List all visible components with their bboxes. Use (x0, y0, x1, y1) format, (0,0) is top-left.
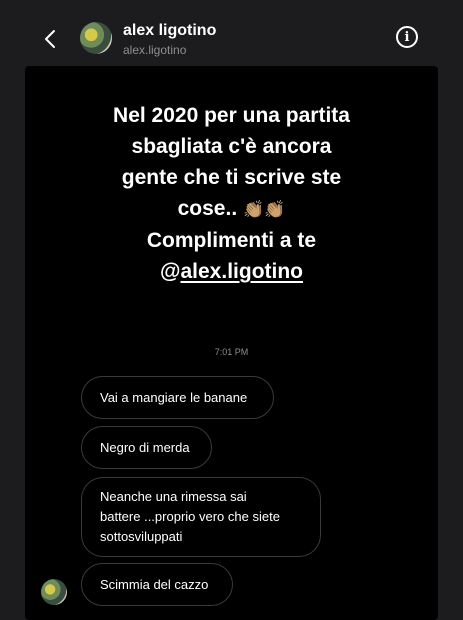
story-line: sbagliata c'è ancora (131, 135, 332, 158)
info-button[interactable]: i (396, 26, 418, 48)
contact-handle: alex.ligotino (123, 43, 187, 57)
chevron-left-icon (45, 30, 55, 48)
story-line: Nel 2020 per una partita (113, 104, 350, 127)
avatar[interactable] (80, 22, 112, 54)
chat-header: alex ligotino alex.ligotino i (0, 0, 463, 66)
message-timestamp: 7:01 PM (214, 347, 249, 357)
sender-avatar[interactable] (41, 579, 67, 605)
message-bubble[interactable]: Negro di merda (81, 426, 212, 469)
message-bubble[interactable]: Scimmia del cazzo (81, 563, 233, 606)
story-line: gente che ti scrive ste (121, 166, 342, 189)
message-bubble[interactable]: Neanche una rimessa sai battere ...propr… (81, 477, 321, 557)
story-line: cose.. 👏🏽👏🏽 (177, 197, 286, 220)
contact-name[interactable]: alex ligotino (123, 22, 216, 40)
message-bubble[interactable]: Vai a mangiare le banane (81, 376, 274, 419)
story-mention: @alex.ligotino (160, 260, 303, 283)
back-button[interactable] (40, 26, 60, 52)
message-line: sottosviluppati (100, 529, 183, 544)
clapping-hands-emoji: 👏🏽👏🏽 (243, 200, 286, 219)
story-line: Complimenti a te (146, 229, 317, 252)
story-text: Nel 2020 per una partita sbagliata c'è a… (25, 100, 438, 287)
message-line: battere ...proprio vero che siete (100, 509, 280, 524)
info-icon: i (404, 29, 410, 45)
message-line: Neanche una rimessa sai (100, 489, 247, 504)
